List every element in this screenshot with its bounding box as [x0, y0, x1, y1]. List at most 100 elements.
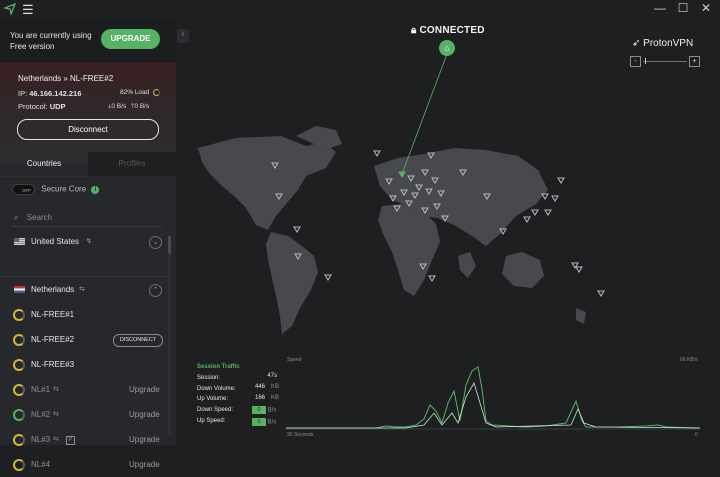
server-name: NL#3	[31, 435, 51, 444]
server-row-nl-free-1[interactable]: NL-FREE#1	[0, 303, 170, 327]
p2p-icon: ⇆	[53, 436, 59, 443]
server-row-nl-4[interactable]: NL#4 Upgrade	[0, 453, 170, 477]
up-speed-unit: B/s	[267, 419, 277, 426]
up-speed-label: Up Speed:	[197, 417, 226, 424]
session-label: Session:	[197, 374, 221, 381]
up-speed-value-row: 0 B/s	[252, 418, 276, 426]
server-name: NL#2	[31, 410, 51, 419]
server-load: 82% Load	[120, 89, 161, 97]
up-traffic-line	[286, 381, 700, 429]
zoom-in-button[interactable]: +	[689, 56, 700, 67]
country-name: United States	[31, 237, 80, 246]
search-input[interactable]: Search	[27, 213, 52, 222]
tor-icon: P	[66, 436, 75, 445]
p2p-icon: ⇆	[53, 386, 59, 393]
zoom-out-button[interactable]: -	[630, 56, 641, 67]
title-bar: ☰ — ☐ ✕	[0, 0, 720, 20]
country-name: Netherlands	[31, 285, 75, 294]
graph-time-label: 30 Seconds	[287, 432, 314, 438]
zoom-control: - +	[630, 56, 700, 67]
status-text: CONNECTED	[419, 25, 485, 36]
upgrade-button[interactable]: UPGRADE	[101, 29, 160, 49]
country-row-united-states[interactable]: United States ↯ ⌄	[0, 230, 170, 254]
free-version-banner: You are currently using Free version UPG…	[0, 20, 176, 62]
down-speed-unit: B/s	[267, 407, 277, 414]
server-disconnect-button[interactable]: DISCONNECT	[113, 334, 163, 347]
server-upgrade-link[interactable]: Upgrade	[129, 403, 160, 427]
connected-server: Netherlands » NL-FREE#2	[18, 74, 114, 83]
load-value: 82% Load	[120, 89, 150, 97]
info-icon[interactable]: i	[91, 185, 100, 194]
server-row-nl-1[interactable]: NL#1 ⇆ Upgrade	[0, 378, 170, 402]
ip-label: IP:	[18, 89, 28, 98]
collapse-sidebar-button[interactable]: ‹	[177, 29, 189, 43]
speed-info: 🡓0 B/s 🡑0 B/s	[108, 102, 149, 113]
us-flag-icon	[14, 238, 25, 245]
down-volume-unit: KB	[270, 384, 279, 390]
zoom-slider[interactable]	[643, 61, 687, 62]
protocol-label: Protocol:	[18, 102, 48, 111]
chevron-down-icon[interactable]: ⌄	[149, 236, 162, 249]
chevron-up-icon[interactable]: ⌃	[149, 284, 162, 297]
load-ring-icon	[13, 309, 25, 321]
nl-flag-icon	[14, 286, 25, 293]
scrollbar-thumb[interactable]	[168, 236, 171, 254]
sidebar: You are currently using Free version UPG…	[0, 20, 176, 471]
load-ring-icon	[13, 409, 25, 421]
traffic-title: Session Traffic	[197, 364, 240, 370]
connection-status: 🔒︎ CONNECTED	[411, 25, 485, 36]
ip-value: 46.166.142.216	[29, 89, 82, 98]
connection-panel: Netherlands » NL-FREE#2 IP: 46.166.142.2…	[0, 62, 176, 164]
load-ring-icon	[13, 434, 25, 446]
load-ring-icon	[13, 334, 25, 346]
home-icon[interactable]: ⌂	[439, 40, 455, 56]
server-name: NL-FREE#3	[31, 360, 75, 369]
zoom-slider-thumb[interactable]	[645, 58, 646, 64]
minimize-button[interactable]: —	[648, 1, 672, 15]
server-upgrade-link[interactable]: Upgrade	[129, 378, 160, 402]
tab-profiles[interactable]: Profiles	[88, 152, 176, 176]
down-speed-label: Down Speed:	[197, 407, 234, 414]
search-icon: ⌕	[14, 213, 19, 222]
scrollbar-track[interactable]	[168, 236, 171, 436]
hamburger-icon[interactable]: ☰	[22, 2, 34, 18]
server-upgrade-link[interactable]: Upgrade	[129, 453, 160, 477]
load-ring-icon	[153, 89, 161, 96]
search-underline	[12, 226, 162, 227]
protonvpn-logo-icon	[4, 3, 16, 15]
tab-countries[interactable]: Countries	[0, 152, 88, 177]
close-button[interactable]: ✕	[694, 1, 718, 15]
secure-core-row: OFF Secure Core i	[12, 184, 100, 195]
server-name: NL-FREE#2	[31, 335, 75, 344]
secure-core-label: Secure Core	[41, 184, 87, 194]
ip-info: IP: 46.166.142.216	[18, 89, 81, 98]
disconnect-button[interactable]: Disconnect	[17, 119, 159, 140]
search-box[interactable]: ⌕ Search	[12, 213, 162, 227]
server-row-nl-free-2[interactable]: NL-FREE#2 DISCONNECT	[0, 328, 170, 352]
up-speed-value: 0	[252, 418, 266, 426]
protocol-info: Protocol: UDP	[18, 102, 66, 111]
secure-core-toggle[interactable]: OFF	[12, 184, 35, 195]
country-row-netherlands[interactable]: Netherlands ⇆ ⌃	[0, 278, 170, 302]
down-traffic-line	[286, 366, 700, 429]
p2p-icon: ↯	[86, 238, 92, 245]
brand: ➶ ProtonVPN	[632, 38, 693, 49]
free-version-text: You are currently using Free version	[10, 31, 92, 51]
load-ring-icon	[13, 384, 25, 396]
load-ring-icon	[13, 359, 25, 371]
p2p-icon: ⇆	[53, 411, 59, 418]
server-row-nl-free-3[interactable]: NL-FREE#3	[0, 353, 170, 377]
session-value: 47s	[267, 373, 277, 379]
up-volume-unit: KB	[270, 395, 279, 401]
lock-icon: 🔒︎	[411, 25, 417, 36]
server-row-nl-2[interactable]: NL#2 ⇆ Upgrade	[0, 403, 170, 427]
server-upgrade-link[interactable]: Upgrade	[129, 428, 160, 452]
down-speed-value-row: 0 B/s	[252, 406, 276, 414]
server-row-nl-3[interactable]: NL#3 ⇆ P Upgrade	[0, 428, 170, 452]
divider	[0, 276, 170, 277]
p2p-icon: ⇆	[79, 286, 85, 293]
server-name: NL#1	[31, 385, 51, 394]
maximize-button[interactable]: ☐	[671, 1, 695, 15]
graph-zero-label: 0	[695, 432, 698, 438]
up-speed: 0 B/s	[134, 103, 150, 110]
